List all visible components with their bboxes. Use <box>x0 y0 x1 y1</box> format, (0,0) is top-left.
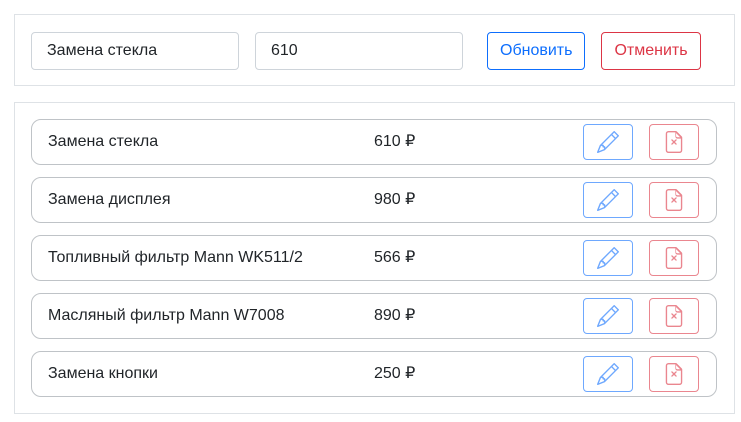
item-name: Масляный фильтр Mann W7008 <box>48 307 285 324</box>
pencil-icon <box>597 189 619 211</box>
edit-form-panel: Обновить Отменить <box>14 14 735 86</box>
delete-button[interactable] <box>649 240 699 276</box>
item-price: 980 ₽ <box>374 191 416 208</box>
service-price-input[interactable] <box>255 32 463 70</box>
pencil-icon <box>597 247 619 269</box>
delete-button[interactable] <box>649 356 699 392</box>
item-price: 250 ₽ <box>374 365 416 382</box>
item-name: Замена дисплея <box>48 191 171 208</box>
list-item: Топливный фильтр Mann WK511/2 566 ₽ <box>31 235 717 281</box>
item-name: Топливный фильтр Mann WK511/2 <box>48 249 303 266</box>
list-item: Замена кнопки 250 ₽ <box>31 351 717 397</box>
cancel-button[interactable]: Отменить <box>601 32 701 70</box>
item-price: 610 ₽ <box>374 133 416 150</box>
edit-button[interactable] <box>583 240 633 276</box>
edit-button[interactable] <box>583 182 633 218</box>
item-name: Замена стекла <box>48 133 159 150</box>
file-x-icon <box>665 247 683 269</box>
file-x-icon <box>665 131 683 153</box>
delete-button[interactable] <box>649 124 699 160</box>
pencil-icon <box>597 305 619 327</box>
edit-button[interactable] <box>583 124 633 160</box>
service-name-input[interactable] <box>31 32 239 70</box>
services-list-panel: Замена стекла 610 ₽ Замена дисплея 980 ₽… <box>14 102 735 414</box>
edit-button[interactable] <box>583 356 633 392</box>
delete-button[interactable] <box>649 298 699 334</box>
pencil-icon <box>597 363 619 385</box>
edit-button[interactable] <box>583 298 633 334</box>
update-button[interactable]: Обновить <box>487 32 585 70</box>
file-x-icon <box>665 305 683 327</box>
item-price: 890 ₽ <box>374 307 416 324</box>
pencil-icon <box>597 131 619 153</box>
list-item: Масляный фильтр Mann W7008 890 ₽ <box>31 293 717 339</box>
file-x-icon <box>665 189 683 211</box>
item-price: 566 ₽ <box>374 249 416 266</box>
delete-button[interactable] <box>649 182 699 218</box>
list-item: Замена дисплея 980 ₽ <box>31 177 717 223</box>
list-item: Замена стекла 610 ₽ <box>31 119 717 165</box>
file-x-icon <box>665 363 683 385</box>
item-name: Замена кнопки <box>48 365 158 382</box>
